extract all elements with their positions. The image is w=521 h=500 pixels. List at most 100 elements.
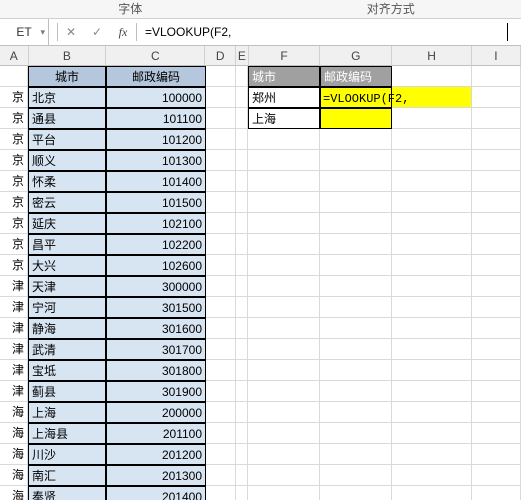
- cell[interactable]: [236, 444, 248, 465]
- left-city[interactable]: 密云: [28, 192, 106, 213]
- left-zip[interactable]: 102200: [106, 234, 206, 255]
- left-city[interactable]: 通县: [28, 108, 106, 129]
- left-zip[interactable]: 301500: [106, 297, 206, 318]
- cell[interactable]: [320, 465, 392, 486]
- cell[interactable]: [472, 465, 521, 486]
- cell[interactable]: [472, 255, 521, 276]
- cell-a[interactable]: 京: [0, 192, 28, 213]
- cell[interactable]: [236, 87, 248, 108]
- cell[interactable]: [320, 192, 392, 213]
- cell[interactable]: [392, 276, 472, 297]
- cell[interactable]: [206, 318, 236, 339]
- cell[interactable]: [392, 486, 472, 500]
- left-city[interactable]: 川沙: [28, 444, 106, 465]
- left-zip[interactable]: 201400: [106, 486, 206, 500]
- cell[interactable]: [392, 108, 472, 129]
- left-city[interactable]: 顺义: [28, 150, 106, 171]
- cell[interactable]: [392, 150, 472, 171]
- left-city[interactable]: 上海县: [28, 423, 106, 444]
- col-header-d[interactable]: D: [205, 46, 235, 66]
- col-header-e[interactable]: E: [236, 46, 249, 66]
- left-city[interactable]: 宁河: [28, 297, 106, 318]
- col-header-h[interactable]: H: [392, 46, 472, 66]
- cell[interactable]: [472, 360, 521, 381]
- cell[interactable]: [248, 255, 320, 276]
- cell[interactable]: [248, 339, 320, 360]
- left-zip[interactable]: 301900: [106, 381, 206, 402]
- cell[interactable]: [206, 213, 236, 234]
- cell[interactable]: [248, 318, 320, 339]
- cell[interactable]: [206, 276, 236, 297]
- left-zip[interactable]: 101300: [106, 150, 206, 171]
- cell[interactable]: [206, 360, 236, 381]
- cell[interactable]: [320, 360, 392, 381]
- cell[interactable]: [472, 171, 521, 192]
- left-zip[interactable]: 101200: [106, 129, 206, 150]
- left-zip[interactable]: 301700: [106, 339, 206, 360]
- cell[interactable]: [236, 129, 248, 150]
- cell-a[interactable]: 海: [0, 465, 28, 486]
- cell[interactable]: [392, 381, 472, 402]
- left-city[interactable]: 北京: [28, 87, 106, 108]
- cell[interactable]: [236, 171, 248, 192]
- cell[interactable]: [472, 423, 521, 444]
- cell[interactable]: [206, 255, 236, 276]
- col-header-a[interactable]: A: [0, 46, 29, 66]
- left-zip[interactable]: 102600: [106, 255, 206, 276]
- cell[interactable]: [206, 129, 236, 150]
- cell[interactable]: [206, 423, 236, 444]
- left-city[interactable]: 大兴: [28, 255, 106, 276]
- cell[interactable]: [236, 465, 248, 486]
- cell[interactable]: [206, 171, 236, 192]
- cell[interactable]: [320, 423, 392, 444]
- cell-a[interactable]: 津: [0, 276, 28, 297]
- cell[interactable]: [472, 444, 521, 465]
- left-city[interactable]: 天津: [28, 276, 106, 297]
- cell[interactable]: [472, 66, 521, 87]
- cell[interactable]: [236, 297, 248, 318]
- cell-a[interactable]: 京: [0, 234, 28, 255]
- cell-a[interactable]: 京: [0, 129, 28, 150]
- cell[interactable]: [236, 66, 248, 87]
- cell[interactable]: [206, 444, 236, 465]
- cell[interactable]: [392, 402, 472, 423]
- cell[interactable]: [206, 150, 236, 171]
- cell[interactable]: [248, 444, 320, 465]
- cell[interactable]: [206, 486, 236, 500]
- left-zip[interactable]: 301800: [106, 360, 206, 381]
- cell[interactable]: [248, 234, 320, 255]
- cell-a[interactable]: 海: [0, 423, 28, 444]
- cell-a[interactable]: 津: [0, 339, 28, 360]
- cell[interactable]: [320, 339, 392, 360]
- cell[interactable]: [236, 423, 248, 444]
- left-city[interactable]: 延庆: [28, 213, 106, 234]
- left-zip[interactable]: 301600: [106, 318, 206, 339]
- cell[interactable]: [472, 486, 521, 500]
- data-area[interactable]: 城市邮政编码城市邮政编码京北京100000郑州=VLOOKUP(F2,京通县10…: [0, 66, 521, 500]
- left-zip[interactable]: 100000: [106, 87, 206, 108]
- cell[interactable]: [392, 66, 472, 87]
- col-header-i[interactable]: I: [472, 46, 521, 66]
- cell[interactable]: [320, 381, 392, 402]
- cell-editing[interactable]: =VLOOKUP(F2,: [320, 87, 392, 108]
- left-city[interactable]: 宝坻: [28, 360, 106, 381]
- cell[interactable]: [320, 276, 392, 297]
- cell[interactable]: [320, 234, 392, 255]
- cell[interactable]: [472, 381, 521, 402]
- cell[interactable]: [472, 108, 521, 129]
- cell[interactable]: [320, 150, 392, 171]
- cell[interactable]: [236, 213, 248, 234]
- cell[interactable]: [236, 381, 248, 402]
- cell[interactable]: [392, 465, 472, 486]
- cell[interactable]: [320, 255, 392, 276]
- cell[interactable]: [236, 192, 248, 213]
- cell[interactable]: [472, 318, 521, 339]
- cell[interactable]: [206, 234, 236, 255]
- cell[interactable]: [248, 276, 320, 297]
- cell[interactable]: [236, 276, 248, 297]
- formula-accept-button[interactable]: ✓: [84, 19, 110, 45]
- cell[interactable]: [248, 192, 320, 213]
- left-city[interactable]: 南汇: [28, 465, 106, 486]
- cell[interactable]: [392, 213, 472, 234]
- left-zip[interactable]: 101100: [106, 108, 206, 129]
